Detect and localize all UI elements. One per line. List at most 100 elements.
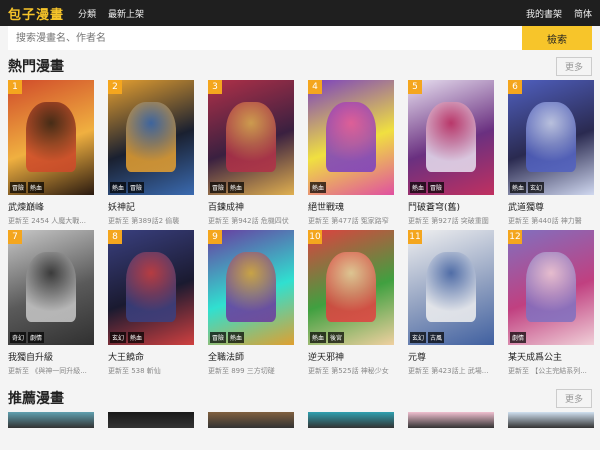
comic-update[interactable]: 更新至 第389話2 偷襲 [108,216,194,226]
cover-art [426,252,476,322]
comic-card[interactable]: 11 玄幻 古風 元尊 更新至 第423話上 武場... [408,230,494,376]
comic-title[interactable]: 武道獨尊 [508,200,594,213]
cover-art [226,102,276,172]
comic-update[interactable]: 更新至 899 三方切磋 [208,366,294,376]
genre-tag: 冒險 [128,182,145,193]
genre-tag: 熱血 [228,332,245,343]
recommend-cover[interactable] [308,412,394,428]
cover-art [26,252,76,322]
comic-update[interactable]: 更新至 《與神一同升級... [8,366,94,376]
comic-cover[interactable]: 5 熱血 冒險 [408,80,494,195]
comic-card[interactable]: 8 玄幻 熱血 大王饒命 更新至 538 斬仙 [108,230,194,376]
comic-card[interactable]: 9 冒險 熱血 全職法師 更新至 899 三方切磋 [208,230,294,376]
genre-tag: 劇情 [510,332,527,343]
comic-cover[interactable]: 9 冒險 熱血 [208,230,294,345]
recommend-cover[interactable] [508,412,594,428]
search-button[interactable]: 檢索 [522,26,592,50]
comic-cover[interactable]: 1 冒險 熱血 [8,80,94,195]
genre-tag: 冒險 [210,332,227,343]
tag-list: 奇幻 劇情 [10,332,45,343]
cover-art [526,102,576,172]
comic-title[interactable]: 某天成爲公主 [508,350,594,363]
comic-cover[interactable]: 11 玄幻 古風 [408,230,494,345]
rank-badge: 2 [108,80,122,94]
nav-simplified[interactable]: 简体 [574,7,592,20]
search-input[interactable] [8,26,522,50]
comic-card[interactable]: 5 熱血 冒險 鬥破蒼穹(舊) 更新至 第927話 突破重圍 [408,80,494,226]
comic-cover[interactable]: 3 冒險 熱血 [208,80,294,195]
comic-title[interactable]: 大王饒命 [108,350,194,363]
rank-badge: 3 [208,80,222,94]
comic-cover[interactable]: 12 劇情 [508,230,594,345]
comic-update[interactable]: 更新至 538 斬仙 [108,366,194,376]
nav-bookshelf[interactable]: 我的書架 [526,7,562,20]
genre-tag: 熱血 [410,182,427,193]
comic-update[interactable]: 更新至 2454 人魔大戰... [8,216,94,226]
tag-list: 熱血 冒險 [410,182,445,193]
comic-update[interactable]: 更新至 第440話 神力醫 [508,216,594,226]
nav-category[interactable]: 分類 [78,7,96,20]
tag-list: 玄幻 熱血 [110,332,145,343]
comic-title[interactable]: 我獨自升級 [8,350,94,363]
comic-title[interactable]: 武煉巔峰 [8,200,94,213]
comic-title[interactable]: 鬥破蒼穹(舊) [408,200,494,213]
tag-list: 熱血 後宮 [310,332,345,343]
top-nav-bar: 包子漫畫 分類 最新上架 我的書架 简体 [0,0,600,26]
nav-latest[interactable]: 最新上架 [108,7,144,20]
comic-card[interactable]: 2 熱血 冒險 妖神記 更新至 第389話2 偷襲 [108,80,194,226]
rank-badge: 5 [408,80,422,94]
comic-card[interactable]: 4 熱血 絕世戰魂 更新至 第477話 冤家路窄 [308,80,394,226]
comic-card[interactable]: 6 熱血 玄幻 武道獨尊 更新至 第440話 神力醫 [508,80,594,226]
hot-more-button[interactable]: 更多 [555,56,592,76]
comic-title[interactable]: 絕世戰魂 [308,200,394,213]
comic-cover[interactable]: 8 玄幻 熱血 [108,230,194,345]
rank-badge: 8 [108,230,122,244]
comic-update[interactable]: 更新至 第927話 突破重圍 [408,216,494,226]
comic-card[interactable]: 10 熱血 後宮 逆天邪神 更新至 第525話 神秘少女 [308,230,394,376]
comic-update[interactable]: 更新至 第525話 神秘少女 [308,366,394,376]
comic-title[interactable]: 妖神記 [108,200,194,213]
comic-update[interactable]: 更新至 第942話 危機四伏 [208,216,294,226]
comic-card[interactable]: 3 冒險 熱血 百鍊成神 更新至 第942話 危機四伏 [208,80,294,226]
comic-card[interactable]: 7 奇幻 劇情 我獨自升級 更新至 《與神一同升級... [8,230,94,376]
comic-title[interactable]: 逆天邪神 [308,350,394,363]
recommend-cover[interactable] [408,412,494,428]
cover-art [26,102,76,172]
comic-update[interactable]: 更新至 第423話上 武場... [408,366,494,376]
comic-update[interactable]: 更新至 第477話 冤家路窄 [308,216,394,226]
rank-badge: 1 [8,80,22,94]
recommend-cover[interactable] [8,412,94,428]
recommend-cover[interactable] [208,412,294,428]
genre-tag: 奇幻 [10,332,27,343]
comic-card[interactable]: 1 冒險 熱血 武煉巔峰 更新至 2454 人魔大戰... [8,80,94,226]
comic-update[interactable]: 更新至 【公主完結系列... [508,366,594,376]
rank-badge: 11 [408,230,422,244]
comic-cover[interactable]: 7 奇幻 劇情 [8,230,94,345]
comic-cover[interactable]: 10 熱血 後宮 [308,230,394,345]
comic-cover[interactable]: 2 熱血 冒險 [108,80,194,195]
genre-tag: 玄幻 [528,182,545,193]
genre-tag: 熱血 [510,182,527,193]
comic-cover[interactable]: 4 熱血 [308,80,394,195]
recommend-cover[interactable] [108,412,194,428]
comic-title[interactable]: 全職法師 [208,350,294,363]
hot-section-header: 熱門漫畫 更多 [0,52,600,80]
cover-art [426,102,476,172]
genre-tag: 熱血 [310,332,327,343]
comic-card[interactable]: 12 劇情 某天成爲公主 更新至 【公主完結系列... [508,230,594,376]
rank-badge: 4 [308,80,322,94]
genre-tag: 熱血 [128,332,145,343]
comic-title[interactable]: 百鍊成神 [208,200,294,213]
recommend-section-title: 推薦漫畫 [8,391,64,407]
genre-tag: 古風 [428,332,445,343]
tag-list: 冒險 熱血 [10,182,45,193]
comic-title[interactable]: 元尊 [408,350,494,363]
tag-list: 熱血 玄幻 [510,182,545,193]
tag-list: 熱血 [310,182,327,193]
rank-badge: 7 [8,230,22,244]
recommend-comics-grid [0,412,600,428]
site-logo[interactable]: 包子漫畫 [8,4,64,23]
search-bar: 檢索 [8,26,592,50]
comic-cover[interactable]: 6 熱血 玄幻 [508,80,594,195]
recommend-more-button[interactable]: 更多 [555,388,592,408]
